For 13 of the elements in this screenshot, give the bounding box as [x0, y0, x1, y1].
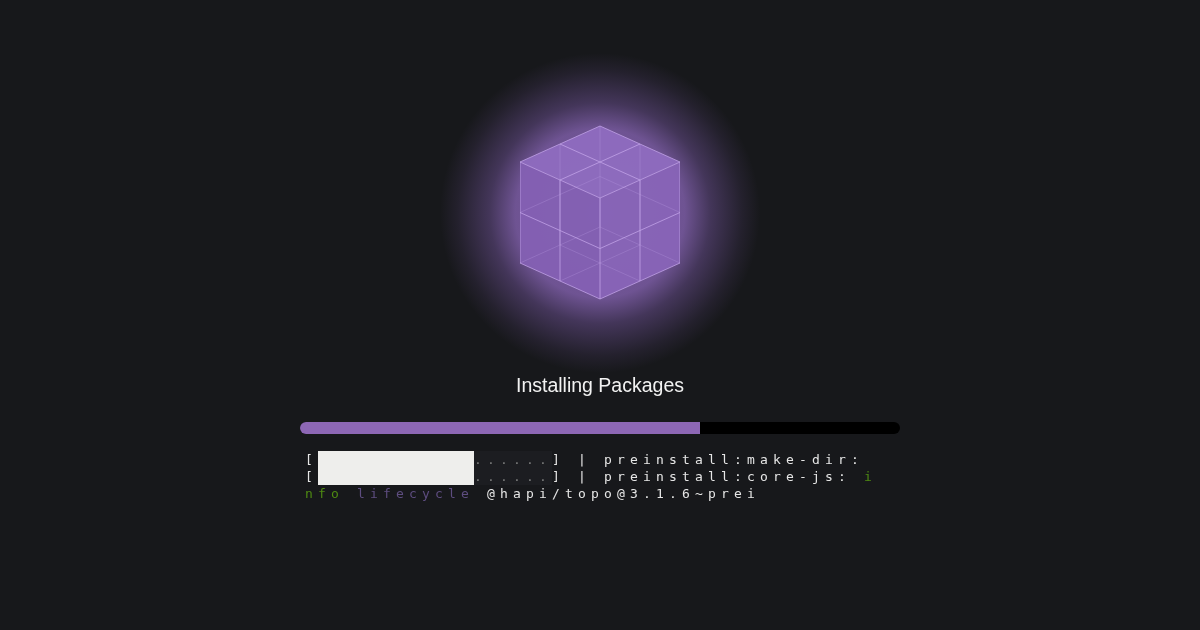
log-level-text: i: [863, 468, 877, 485]
installer-title: Installing Packages: [516, 374, 684, 397]
gauge-bracket: ]: [552, 468, 565, 485]
gauge-dots: ......: [474, 468, 552, 485]
gauge-bracket: [: [305, 451, 318, 468]
gauge-bracket: [: [305, 468, 318, 485]
log-level-text: nfo: [305, 485, 344, 502]
gauge-bracket: ]: [552, 451, 565, 468]
gauge-dots: ......: [474, 451, 552, 468]
log-prefix-text: lifecycle: [357, 485, 474, 502]
log-text: | preinstall:make-dir:: [578, 451, 864, 468]
log-text: | preinstall:core-js:: [578, 468, 851, 485]
log-text: @hapi/topo@3.1.6~prei: [487, 485, 760, 502]
